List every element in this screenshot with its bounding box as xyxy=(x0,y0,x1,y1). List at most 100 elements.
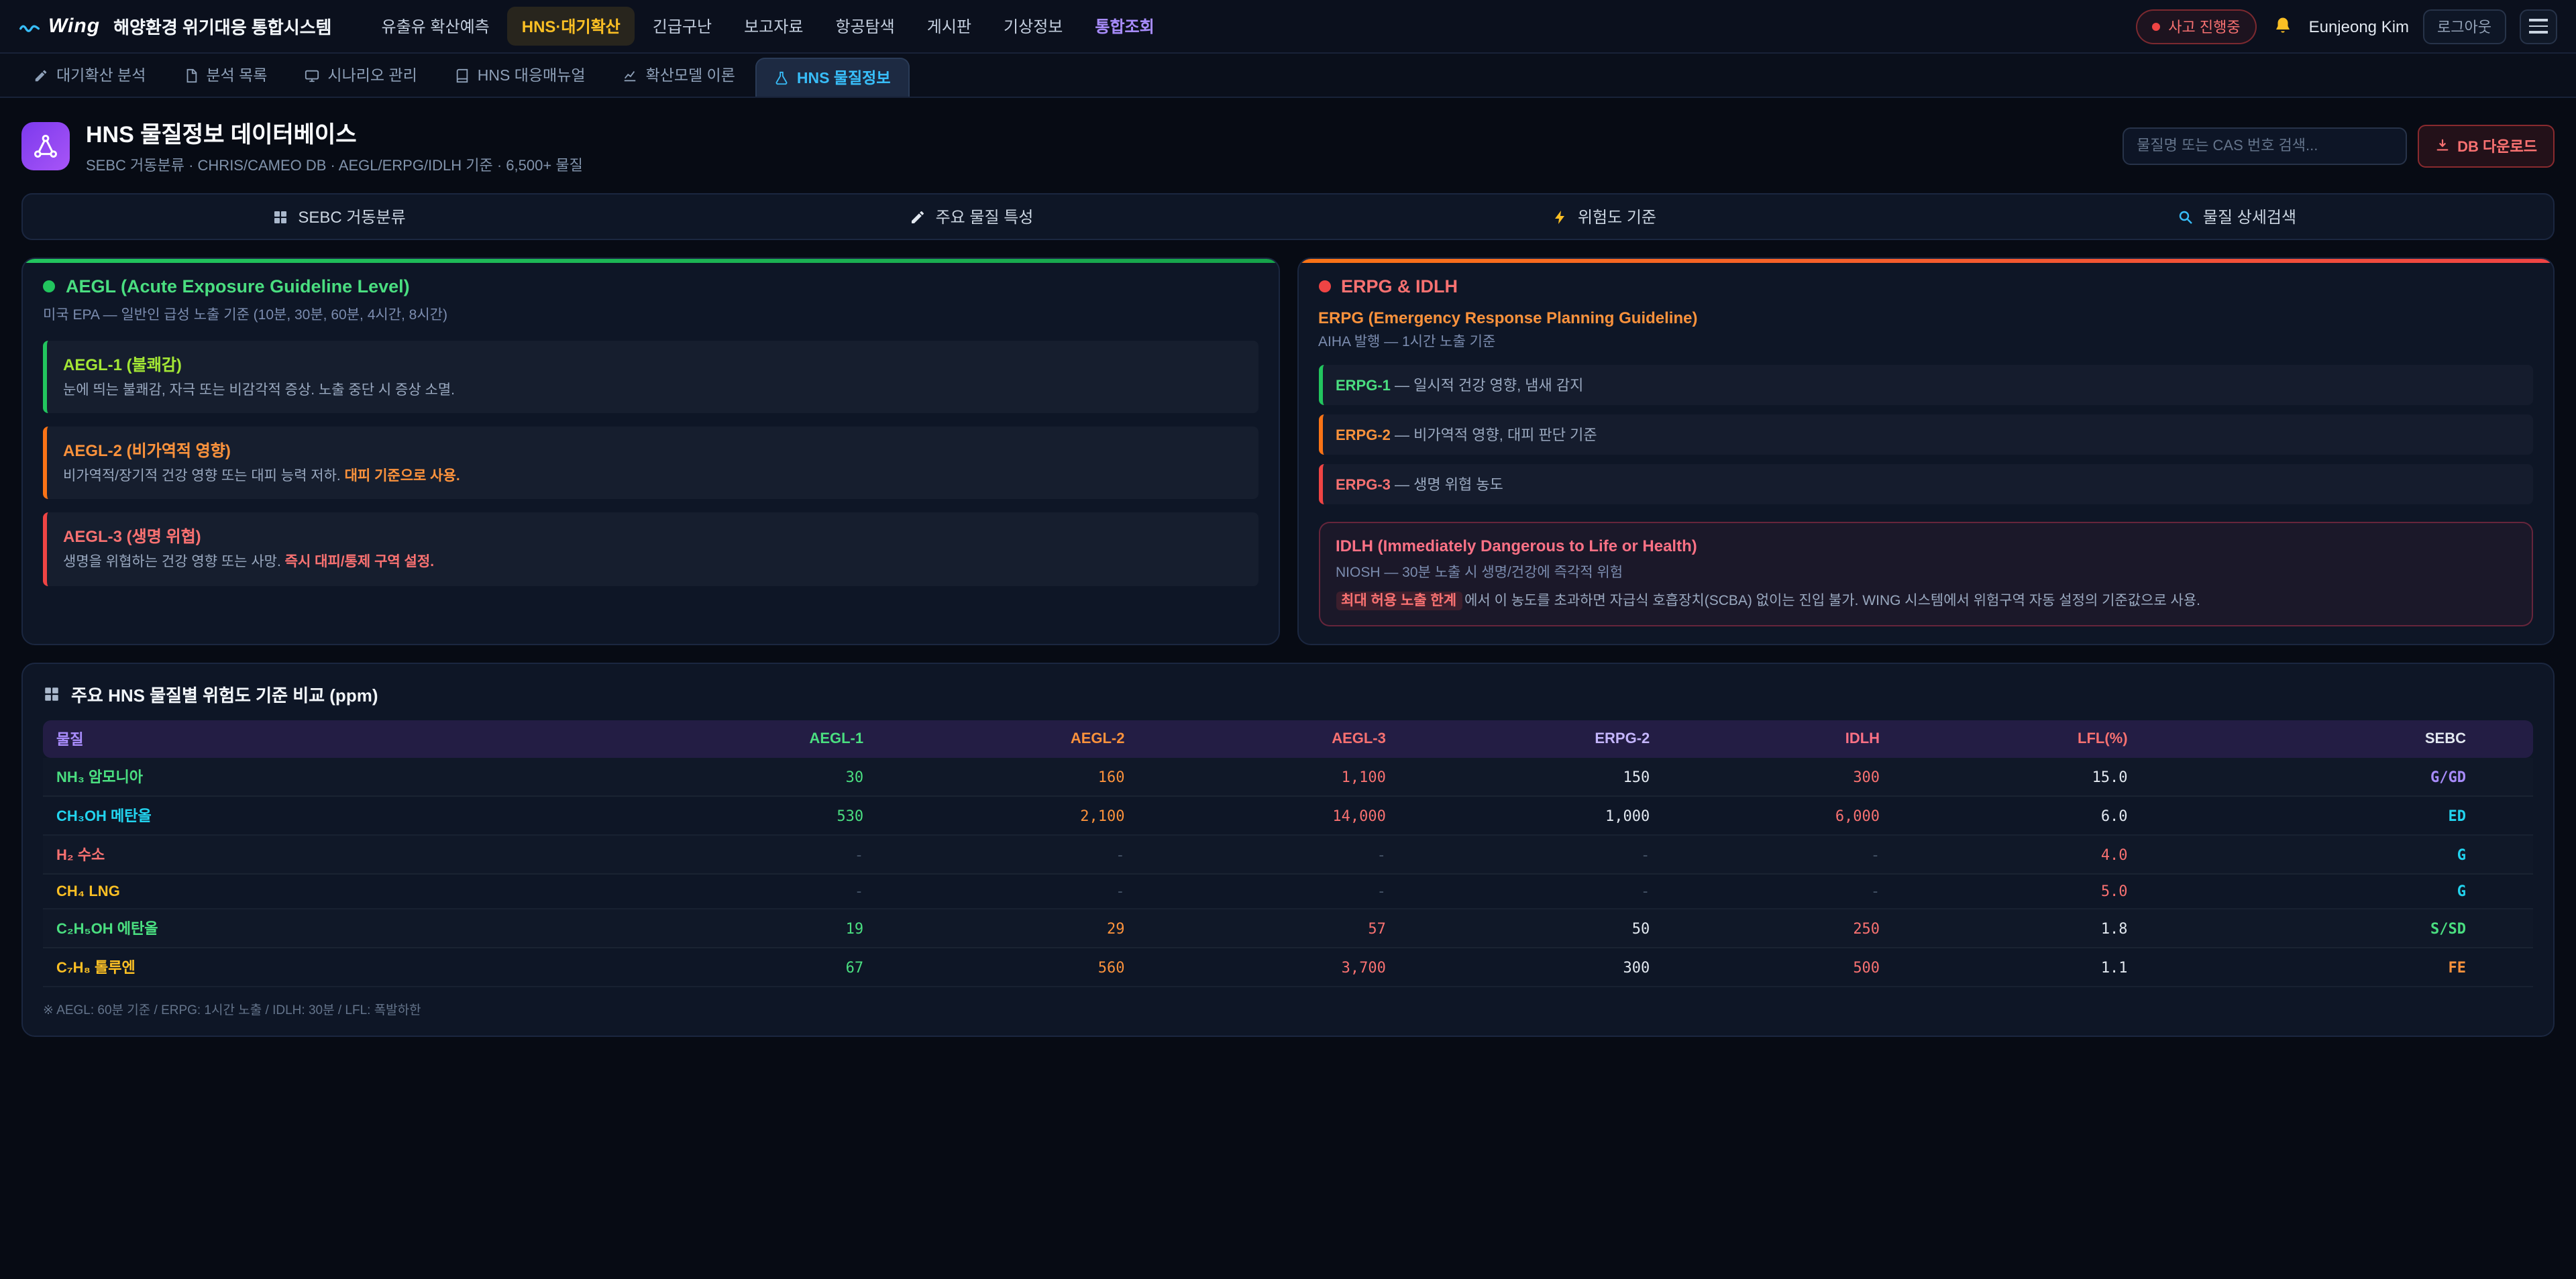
lightning-icon xyxy=(1552,209,1568,225)
header-actions: DB 다운로드 xyxy=(2122,124,2555,167)
incident-dot-icon xyxy=(2152,22,2160,30)
page-titles: HNS 물질정보 데이터베이스 SEBC 거동분류 · CHRIS/CAMEO … xyxy=(86,115,583,176)
section-substance-search[interactable]: 물질 상세검색 xyxy=(1921,194,2553,239)
tab-dispersion-model-theory[interactable]: 확산모델 이론 xyxy=(606,54,753,97)
sub-tab-bar: 대기확산 분석 분석 목록 시나리오 관리 HNS 대응매뉴얼 확산모델 이론 … xyxy=(0,54,2576,98)
table-row: H₂ 수소 - - - - - 4.0 G xyxy=(43,836,2533,875)
wing-logo-icon xyxy=(19,15,40,37)
aegl-2-item: AEGL-2 (비가역적 영향) 비가역적/장기적 건강 영향 또는 대피 능력… xyxy=(43,427,1258,499)
erpg-section-title: ERPG (Emergency Response Planning Guidel… xyxy=(1318,309,2533,327)
logo-text: Wing xyxy=(48,15,100,38)
col-aegl2: AEGL-2 xyxy=(877,721,1138,759)
hazard-comparison-table: 물질 AEGL-1 AEGL-2 AEGL-3 ERPG-2 IDLH LFL(… xyxy=(43,721,2533,988)
idlh-info-box: IDLH (Immediately Dangerous to Life or H… xyxy=(1318,522,2533,627)
flask-icon xyxy=(774,70,789,85)
tab-scenario-management[interactable]: 시나리오 관리 xyxy=(287,54,434,97)
erpg-3-row: ERPG-3 — 생명 위협 농도 xyxy=(1318,464,2533,504)
erpg-2-row: ERPG-2 — 비가역적 영향, 대피 판단 기준 xyxy=(1318,414,2533,455)
sebc-code: G/GD xyxy=(2141,759,2533,797)
criteria-panels: AEGL (Acute Exposure Guideline Level) 미국… xyxy=(21,258,2555,646)
nav-item-integrated-search[interactable]: 통합조회 xyxy=(1080,7,1169,46)
col-substance: 물질 xyxy=(43,721,616,759)
nav-item-oil-spill[interactable]: 유출유 확산예측 xyxy=(367,7,504,46)
monitor-icon xyxy=(305,68,319,82)
table-row: NH₃ 암모니아 30 160 1,100 150 300 15.0 G/GD xyxy=(43,759,2533,797)
user-name: Eunjeong Kim xyxy=(2309,17,2409,36)
aegl-green-dot-icon xyxy=(43,280,55,292)
table-row: C₂H₅OH 에탄올 19 29 57 50 250 1.8 S/SD xyxy=(43,909,2533,948)
brand-logo[interactable]: Wing 해양환경 위기대응 통합시스템 xyxy=(19,13,332,39)
nav-item-emergency-rescue[interactable]: 긴급구난 xyxy=(638,7,727,46)
substance-name: C₇H₈ 톨루엔 xyxy=(43,948,616,987)
bell-icon xyxy=(2273,16,2293,36)
table-row: C₇H₈ 톨루엔 67 560 3,700 300 500 1.1 FE xyxy=(43,948,2533,987)
hazard-comparison-table-card: 주요 HNS 물질별 위험도 기준 비교 (ppm) 물질 AEGL-1 AEG… xyxy=(21,663,2555,1038)
erpg-idlh-panel: ERPG & IDLH ERPG (Emergency Response Pla… xyxy=(1297,258,2555,646)
table-title: 주요 HNS 물질별 위험도 기준 비교 (ppm) xyxy=(43,682,2533,708)
tab-hns-substance-info[interactable]: HNS 물질정보 xyxy=(755,58,910,97)
erpg-section-subtitle: AIHA 발행 — 1시간 노출 기준 xyxy=(1318,331,2533,351)
sebc-code: S/SD xyxy=(2141,909,2533,948)
table-header-row: 물질 AEGL-1 AEGL-2 AEGL-3 ERPG-2 IDLH LFL(… xyxy=(43,721,2533,759)
notification-bell-button[interactable] xyxy=(2270,13,2296,39)
aegl-panel-title: AEGL (Acute Exposure Guideline Level) xyxy=(66,276,410,296)
search-icon xyxy=(2178,209,2194,225)
erpg-1-row: ERPG-1 — 일시적 건강 영향, 냄새 감지 xyxy=(1318,365,2533,405)
chart-icon xyxy=(623,68,638,82)
col-aegl1: AEGL-1 xyxy=(616,721,877,759)
page-header: HNS 물질정보 데이터베이스 SEBC 거동분류 · CHRIS/CAMEO … xyxy=(0,98,2576,188)
sebc-code: G xyxy=(2141,875,2533,909)
col-sebc: SEBC xyxy=(2141,721,2533,759)
page-title: HNS 물질정보 데이터베이스 xyxy=(86,115,583,149)
hamburger-menu-button[interactable] xyxy=(2520,9,2557,44)
sebc-code: FE xyxy=(2141,948,2533,987)
pencil-icon xyxy=(34,68,48,82)
substance-name: NH₃ 암모니아 xyxy=(43,759,616,797)
nav-item-board[interactable]: 게시판 xyxy=(912,7,986,46)
substance-name: CH₃OH 메탄올 xyxy=(43,797,616,836)
substance-search-input[interactable] xyxy=(2122,127,2406,164)
idlh-subtitle: NIOSH — 30분 노출 시 생명/건강에 즉각적 위험 xyxy=(1336,562,2516,582)
molecule-icon xyxy=(21,121,70,170)
substance-name: CH₄ LNG xyxy=(43,875,616,909)
book-icon xyxy=(455,68,470,82)
db-download-button[interactable]: DB 다운로드 xyxy=(2417,124,2555,167)
substance-name: H₂ 수소 xyxy=(43,836,616,875)
aegl-1-item: AEGL-1 (불쾌감) 눈에 띄는 불쾌감, 자극 또는 비감각적 증상. 노… xyxy=(43,341,1258,413)
section-hazard-criteria[interactable]: 위험도 기준 xyxy=(1288,194,1921,239)
nav-right-area: 사고 진행중 Eunjeong Kim 로그아웃 xyxy=(2136,9,2557,44)
download-icon xyxy=(2434,138,2449,153)
col-lfl: LFL(%) xyxy=(1893,721,2141,759)
tab-analysis-list[interactable]: 분석 목록 xyxy=(166,54,284,97)
erpg-red-dot-icon xyxy=(1318,280,1330,292)
nav-item-reports[interactable]: 보고자료 xyxy=(729,7,818,46)
idlh-description: 최대 허용 노출 한계에서 이 농도를 초과하면 자급식 호흡장치(SCBA) … xyxy=(1336,590,2516,612)
incident-status-badge[interactable]: 사고 진행중 xyxy=(2136,9,2256,44)
tab-dispersion-analysis[interactable]: 대기확산 분석 xyxy=(16,54,163,97)
table-row: CH₃OH 메탄올 530 2,100 14,000 1,000 6,000 6… xyxy=(43,797,2533,836)
aegl-3-item: AEGL-3 (생명 위협) 생명을 위협하는 건강 영향 또는 사망. 즉시 … xyxy=(43,513,1258,586)
section-sebc-classification[interactable]: SEBC 거동분류 xyxy=(23,194,655,239)
sebc-code: ED xyxy=(2141,797,2533,836)
col-idlh: IDLH xyxy=(1663,721,1893,759)
col-erpg2: ERPG-2 xyxy=(1399,721,1663,759)
erpg-panel-title: ERPG & IDLH xyxy=(1341,276,1458,296)
idlh-title: IDLH (Immediately Dangerous to Life or H… xyxy=(1336,537,2516,555)
system-title: 해양환경 위기대응 통합시스템 xyxy=(113,13,331,39)
aegl-panel-subtitle: 미국 EPA — 일반인 급성 노출 기준 (10분, 30분, 60분, 4시… xyxy=(43,304,1258,325)
nav-item-hns-dispersion[interactable]: HNS·대기확산 xyxy=(507,7,635,46)
substance-name: C₂H₅OH 에탄올 xyxy=(43,909,616,948)
nav-item-weather[interactable]: 기상정보 xyxy=(989,7,1077,46)
main-navigation: 유출유 확산예측 HNS·대기확산 긴급구난 보고자료 항공탐색 게시판 기상정… xyxy=(367,7,1169,46)
top-navigation-bar: Wing 해양환경 위기대응 통합시스템 유출유 확산예측 HNS·대기확산 긴… xyxy=(0,0,2576,54)
col-aegl3: AEGL-3 xyxy=(1138,721,1399,759)
nav-item-aerial-search[interactable]: 항공탐색 xyxy=(820,7,909,46)
document-icon xyxy=(183,68,198,82)
section-nav: SEBC 거동분류 주요 물질 특성 위험도 기준 물질 상세검색 xyxy=(21,193,2555,240)
logout-button[interactable]: 로그아웃 xyxy=(2422,9,2506,44)
page-subtitle: SEBC 거동분류 · CHRIS/CAMEO DB · AEGL/ERPG/I… xyxy=(86,154,583,176)
tab-hns-response-manual[interactable]: HNS 대응매뉴얼 xyxy=(437,54,603,97)
section-substance-properties[interactable]: 주요 물질 특성 xyxy=(655,194,1288,239)
incident-badge-label: 사고 진행중 xyxy=(2168,15,2240,37)
sebc-code: G xyxy=(2141,836,2533,875)
